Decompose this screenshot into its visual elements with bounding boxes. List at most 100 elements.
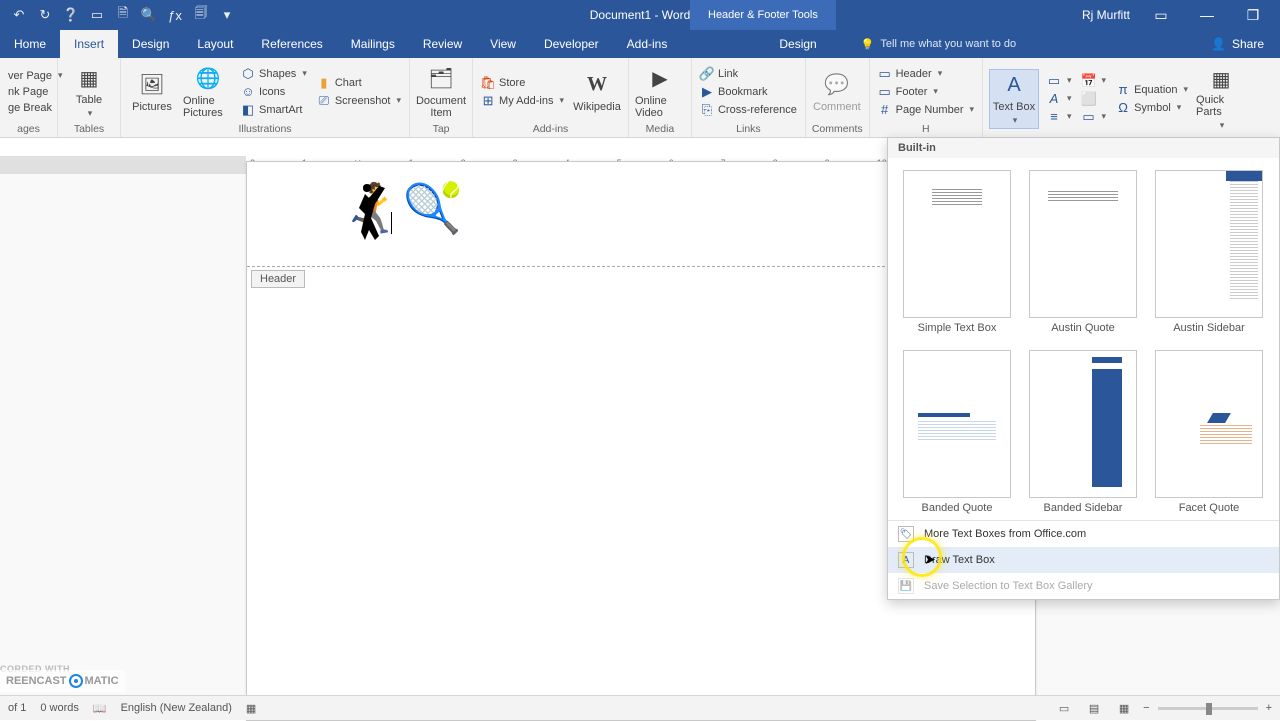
- proofing-icon[interactable]: 📖: [93, 702, 107, 715]
- link-button[interactable]: 🔗Link: [698, 66, 799, 82]
- table-button[interactable]: ▦Table▾: [64, 62, 114, 122]
- object-button-2[interactable]: ▭▾: [1080, 109, 1109, 125]
- document-item-icon: 🗂: [427, 65, 455, 93]
- textbox-gallery-dropdown: Built-in Simple Text Box Austin Quote Au…: [887, 137, 1280, 600]
- redo-button[interactable]: ↻: [36, 6, 54, 24]
- screenshot-icon: ⎚: [317, 94, 331, 108]
- draw-textbox-icon: A: [898, 552, 914, 568]
- chart-icon: ▮: [317, 76, 331, 90]
- gallery-item-austin-quote[interactable]: Austin Quote: [1028, 170, 1138, 334]
- comment-button[interactable]: 💬Comment: [812, 62, 862, 122]
- tab-review[interactable]: Review: [409, 30, 476, 58]
- table-icon: ▦: [75, 64, 103, 92]
- gallery-item-simple-text-box[interactable]: Simple Text Box: [902, 170, 1012, 334]
- tab-home[interactable]: Home: [0, 30, 60, 58]
- tell-me-search[interactable]: 💡 Tell me what you want to do: [861, 30, 1016, 58]
- qa-customize-icon[interactable]: ▾: [218, 6, 236, 24]
- gallery-item-label: Austin Sidebar: [1173, 322, 1245, 334]
- tab-mailings[interactable]: Mailings: [337, 30, 409, 58]
- tab-layout[interactable]: Layout: [183, 30, 247, 58]
- tab-addins[interactable]: Add-ins: [613, 30, 682, 58]
- zoom-in-button[interactable]: +: [1266, 702, 1272, 714]
- help-icon[interactable]: ❔: [62, 6, 80, 24]
- page-break-button[interactable]: ge Break: [6, 101, 65, 115]
- my-addins-button[interactable]: ⊞My Add-ins▾: [479, 93, 566, 109]
- chart-button[interactable]: ▮Chart: [315, 75, 403, 91]
- zoom-slider[interactable]: [1158, 707, 1258, 710]
- ribbon-display-icon[interactable]: ▭: [1146, 0, 1176, 30]
- pagenum-icon: #: [878, 103, 892, 117]
- gallery-item-banded-quote[interactable]: Banded Quote: [902, 350, 1012, 514]
- tab-references[interactable]: References: [247, 30, 336, 58]
- cover-page-button[interactable]: ver Page▾: [6, 69, 65, 83]
- icons-icon: ☺: [241, 85, 255, 99]
- symbol-button[interactable]: ΩSymbol▾: [1114, 100, 1190, 116]
- gallery-item-banded-sidebar[interactable]: Banded Sidebar: [1028, 350, 1138, 514]
- undo-button[interactable]: ↶: [10, 6, 28, 24]
- group-tap: 🗂Document Item Tap: [410, 58, 473, 137]
- datetime-button[interactable]: 📅▾: [1080, 73, 1109, 89]
- wikipedia-button[interactable]: WWikipedia: [572, 62, 622, 122]
- tab-design[interactable]: Design: [118, 30, 183, 58]
- tab-context-design[interactable]: Design: [755, 30, 840, 58]
- page-number-button[interactable]: #Page Number▾: [876, 102, 976, 118]
- object-button[interactable]: ⬜: [1080, 91, 1109, 107]
- icons-button[interactable]: ☺Icons: [239, 84, 309, 100]
- signature-button[interactable]: ≡▾: [1045, 109, 1074, 125]
- page-indicator[interactable]: of 1: [8, 702, 26, 714]
- qa-icon[interactable]: ▭: [88, 6, 106, 24]
- header-button[interactable]: ▭Header▾: [876, 66, 976, 82]
- web-layout-button[interactable]: ▦: [1113, 699, 1135, 717]
- wordart-button[interactable]: A▾: [1045, 91, 1074, 107]
- dropcap-button[interactable]: ▭▾: [1045, 73, 1074, 89]
- blank-page-button[interactable]: nk Page: [6, 85, 65, 99]
- zoom-out-button[interactable]: −: [1143, 702, 1149, 714]
- read-mode-button[interactable]: ▭: [1053, 699, 1075, 717]
- link-icon: 🔗: [700, 67, 714, 81]
- gallery-item-facet-quote[interactable]: Facet Quote: [1154, 350, 1264, 514]
- equation-button[interactable]: πEquation▾: [1114, 82, 1190, 98]
- tab-view[interactable]: View: [476, 30, 530, 58]
- minimize-button[interactable]: —: [1192, 0, 1222, 30]
- save-sel-label: Save Selection to Text Box Gallery: [924, 580, 1093, 592]
- pictures-button[interactable]: 🖼Pictures: [127, 62, 177, 122]
- clipart-image[interactable]: [339, 176, 399, 250]
- word-count[interactable]: 0 words: [40, 702, 79, 714]
- gallery-item-austin-sidebar[interactable]: Austin Sidebar: [1154, 170, 1264, 334]
- group-label: Add-ins: [479, 123, 622, 137]
- formula-icon[interactable]: ƒx: [166, 6, 184, 24]
- online-pictures-button[interactable]: 🌐Online Pictures: [183, 62, 233, 122]
- gallery-item-label: Facet Quote: [1179, 502, 1240, 514]
- footer-button[interactable]: ▭Footer▾: [876, 84, 976, 100]
- more-textboxes-button[interactable]: 🏷 More Text Boxes from Office.com: [888, 521, 1279, 547]
- qa-icon[interactable]: 🗎: [114, 6, 132, 24]
- qa-icon[interactable]: 🔍: [140, 6, 158, 24]
- macro-icon[interactable]: ▦: [246, 702, 256, 715]
- store-button[interactable]: 🛍Store: [479, 75, 566, 91]
- draw-text-box-button[interactable]: A Draw Text Box ➤: [888, 547, 1279, 573]
- xref-icon: ⎘: [700, 103, 714, 117]
- qa-icon[interactable]: 🗐: [192, 6, 210, 24]
- text-box-button[interactable]: AText Box▾: [989, 69, 1039, 129]
- maximize-button[interactable]: ❐: [1238, 0, 1268, 30]
- bookmark-icon: ▶: [700, 85, 714, 99]
- group-label: Tables: [64, 123, 114, 137]
- gallery-item-label: Banded Quote: [922, 502, 993, 514]
- tab-insert[interactable]: Insert: [60, 30, 118, 58]
- bookmark-button[interactable]: ▶Bookmark: [698, 84, 799, 100]
- print-layout-button[interactable]: ▤: [1083, 699, 1105, 717]
- gallery-section-title: Built-in: [888, 138, 1279, 158]
- xref-button[interactable]: ⎘Cross-reference: [698, 102, 799, 118]
- document-item-button[interactable]: 🗂Document Item: [416, 62, 466, 122]
- language-indicator[interactable]: English (New Zealand): [121, 702, 232, 714]
- quick-parts-button[interactable]: ▦Quick Parts▾: [1196, 69, 1246, 129]
- share-button[interactable]: 👤 Share: [1211, 30, 1280, 58]
- smartart-button[interactable]: ◧SmartArt: [239, 102, 309, 118]
- online-video-button[interactable]: ▶Online Video: [635, 62, 685, 122]
- context-tools-label: Header & Footer Tools: [690, 0, 836, 30]
- quick-access-toolbar: ↶ ↻ ❔ ▭ 🗎 🔍 ƒx 🗐 ▾: [0, 6, 236, 24]
- tab-developer[interactable]: Developer: [530, 30, 613, 58]
- screenshot-button[interactable]: ⎚Screenshot▾: [315, 93, 403, 109]
- shapes-button[interactable]: ⬡Shapes▾: [239, 66, 309, 82]
- group-text: AText Box▾ ▭▾ A▾ ≡▾ 📅▾ ⬜ ▭▾ πEquation▾ Ω…: [983, 58, 1252, 137]
